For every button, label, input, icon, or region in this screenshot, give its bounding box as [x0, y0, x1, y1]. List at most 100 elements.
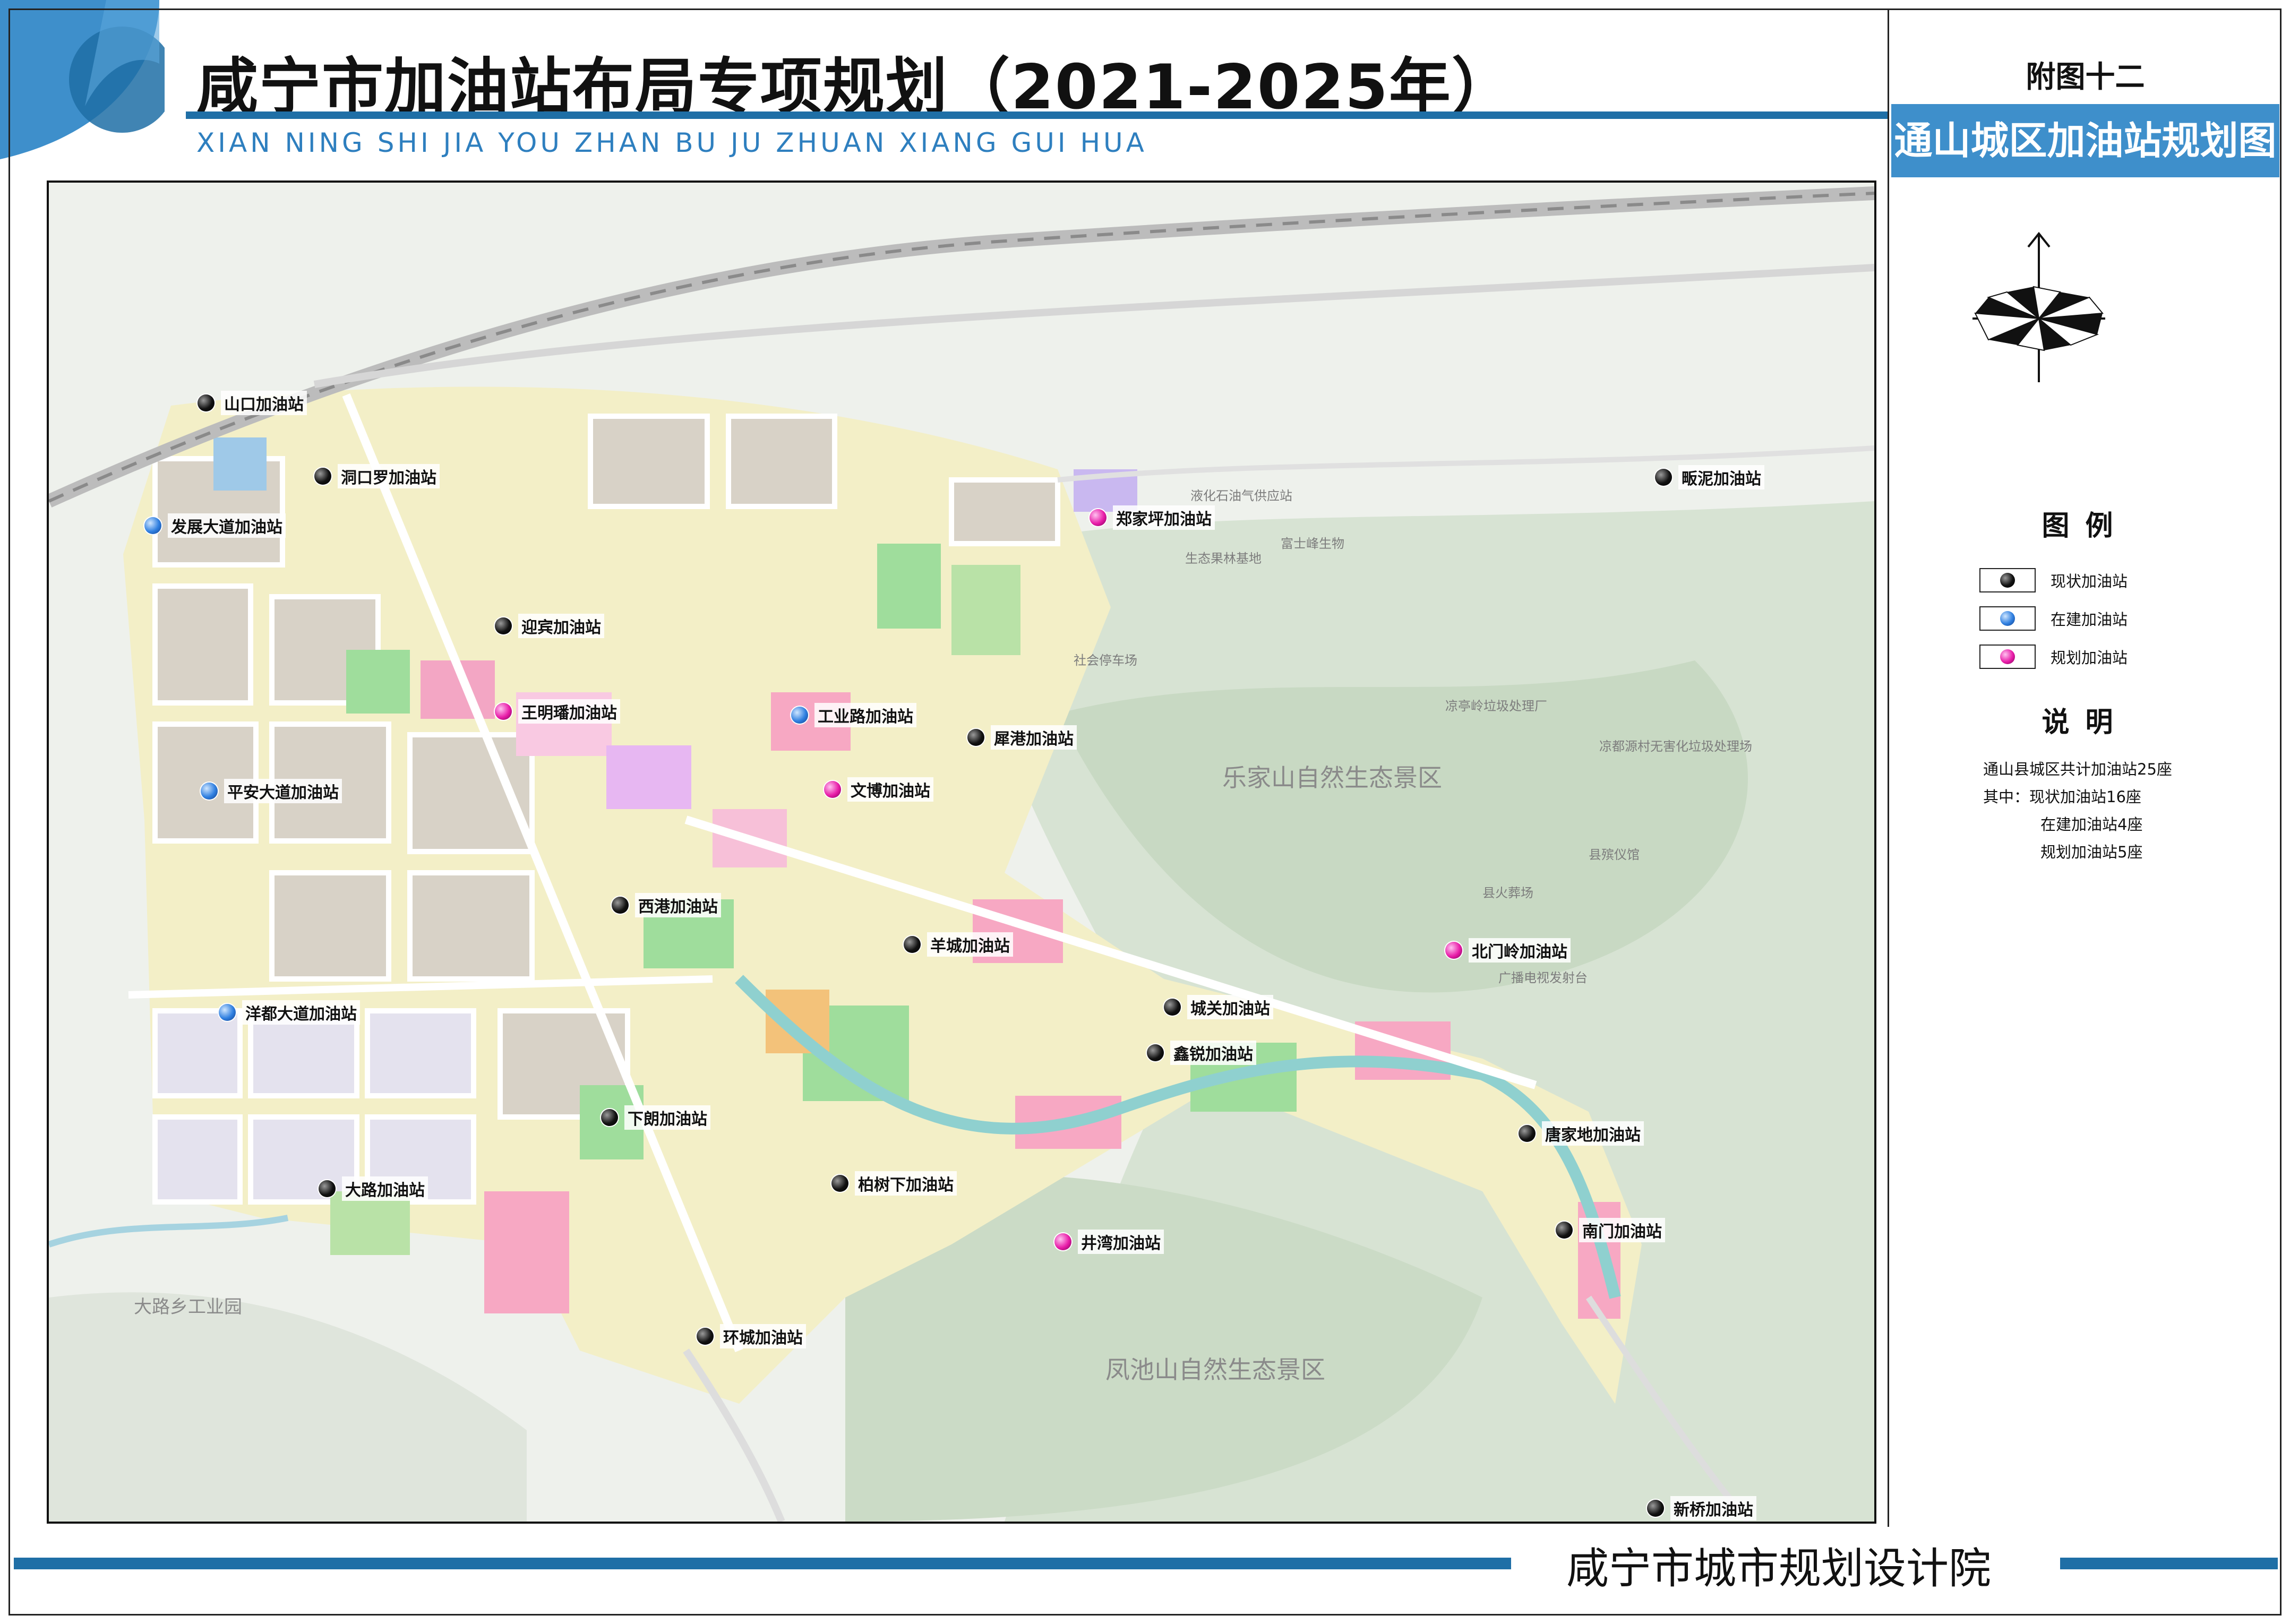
- building-station-icon: [201, 783, 218, 800]
- planned-station-icon: [2000, 649, 2015, 664]
- station-marker[interactable]: 畈泥加油站: [1655, 465, 1764, 489]
- station-marker[interactable]: 下朗加油站: [601, 1105, 710, 1130]
- legend-item-building: 在建加油站: [1979, 606, 2128, 631]
- existing-station-icon: [1556, 1222, 1573, 1239]
- planned-station-icon: [495, 703, 512, 720]
- station-marker[interactable]: 大路加油站: [319, 1176, 428, 1201]
- station-label: 工业路加油站: [814, 703, 916, 727]
- existing-station-icon: [1147, 1044, 1164, 1061]
- station-label: 大路加油站: [342, 1176, 428, 1201]
- legend-label: 规划加油站: [2051, 649, 2128, 667]
- existing-station-icon: [2000, 573, 2015, 588]
- station-label: 环城加油站: [720, 1324, 806, 1348]
- sidebar-divider: [1888, 8, 1889, 1527]
- legend-title: 图例: [2042, 510, 2129, 542]
- existing-station-icon: [319, 1180, 336, 1197]
- description-line: 规划加油站5座: [2040, 843, 2143, 861]
- landmark-label: 凉都源村无害化垃圾处理场: [1599, 739, 1752, 754]
- existing-station-icon: [495, 617, 512, 634]
- station-marker[interactable]: 羊城加油站: [904, 932, 1013, 957]
- existing-station-icon: [314, 468, 331, 485]
- station-label: 羊城加油站: [927, 932, 1013, 957]
- area-label: 乐家山自然生态景区: [1222, 763, 1442, 792]
- description-line: 通山县城区共计加油站25座: [1983, 760, 2172, 778]
- planned-station-icon: [1054, 1233, 1071, 1250]
- station-marker[interactable]: 北门岭加油站: [1445, 938, 1571, 963]
- landmark-label: 生态果林基地: [1185, 551, 1262, 566]
- station-label: 柏树下加油站: [855, 1171, 957, 1196]
- building-station-icon: [791, 707, 808, 724]
- north-arrow-icon: [1970, 231, 2108, 385]
- footer-bar-right: [2060, 1558, 2278, 1569]
- station-marker[interactable]: 工业路加油站: [791, 703, 916, 727]
- station-label: 新桥加油站: [1670, 1496, 1756, 1520]
- footer-institute: 咸宁市城市规划设计院: [1566, 1544, 1991, 1593]
- station-label: 井湾加油站: [1078, 1230, 1164, 1254]
- legend-item-planned: 规划加油站: [1979, 645, 2128, 669]
- station-marker[interactable]: 文博加油站: [824, 777, 933, 802]
- existing-station-icon: [1655, 469, 1672, 486]
- description-title: 说明: [2042, 707, 2129, 738]
- station-marker[interactable]: 郑家坪加油站: [1090, 505, 1215, 530]
- building-station-icon: [2000, 611, 2015, 626]
- existing-station-icon: [612, 897, 629, 914]
- station-label: 郑家坪加油站: [1113, 505, 1215, 530]
- station-label: 城关加油站: [1187, 995, 1273, 1019]
- station-marker[interactable]: 山口加油站: [198, 391, 307, 415]
- station-marker[interactable]: 洋都大道加油站: [219, 1000, 360, 1025]
- station-label: 平安大道加油站: [224, 779, 342, 803]
- planned-station-icon: [824, 781, 841, 798]
- existing-station-icon: [601, 1109, 618, 1126]
- station-label: 唐家地加油站: [1542, 1121, 1644, 1146]
- station-marker[interactable]: 柏树下加油站: [831, 1171, 957, 1196]
- planned-station-icon: [1445, 942, 1462, 959]
- station-marker[interactable]: 西港加油站: [612, 893, 721, 917]
- station-marker[interactable]: 井湾加油站: [1054, 1230, 1164, 1254]
- plate-number: 附图十二: [2026, 60, 2145, 94]
- station-marker[interactable]: 唐家地加油站: [1519, 1121, 1644, 1146]
- station-marker[interactable]: 洞口罗加油站: [314, 464, 440, 488]
- station-label: 文博加油站: [847, 777, 933, 802]
- station-marker[interactable]: 城关加油站: [1164, 995, 1273, 1019]
- legend-swatch-existing: [1979, 568, 2036, 592]
- existing-station-icon: [904, 936, 921, 953]
- existing-station-icon: [697, 1328, 714, 1345]
- landmark-label: 液化石油气供应站: [1190, 488, 1292, 503]
- building-station-icon: [144, 517, 161, 534]
- station-marker[interactable]: 发展大道加油站: [144, 513, 286, 538]
- area-label: 大路乡工业园: [134, 1296, 242, 1318]
- station-marker[interactable]: 平安大道加油站: [201, 779, 342, 803]
- station-label: 洞口罗加油站: [338, 464, 440, 488]
- footer-bar-left: [14, 1558, 1511, 1569]
- existing-station-icon: [1519, 1125, 1536, 1142]
- station-marker[interactable]: 迎宾加油站: [495, 614, 604, 638]
- station-label: 犀港加油站: [991, 725, 1077, 750]
- station-marker[interactable]: 犀港加油站: [967, 725, 1077, 750]
- landmark-label: 凉亭岭垃圾处理厂: [1445, 699, 1547, 714]
- station-label: 畈泥加油站: [1678, 465, 1764, 489]
- station-label: 王明璠加油站: [518, 699, 620, 724]
- area-label: 凤池山自然生态景区: [1105, 1355, 1325, 1384]
- map-canvas[interactable]: 乐家山自然生态景区 凤池山自然生态景区 大路乡工业园 液化石油气供应站 生态果林…: [47, 181, 1876, 1524]
- station-label: 发展大道加油站: [168, 513, 286, 538]
- description-line: 其中：现状加油站16座: [1983, 788, 2141, 806]
- station-marker[interactable]: 环城加油站: [697, 1324, 806, 1348]
- station-label: 山口加油站: [221, 391, 307, 415]
- landmark-label: 县殡仪馆: [1589, 847, 1640, 862]
- landmark-label: 广播电视发射台: [1498, 970, 1588, 985]
- legend-label: 在建加油站: [2051, 611, 2128, 629]
- station-marker[interactable]: 鑫锐加油站: [1147, 1041, 1256, 1065]
- station-marker[interactable]: 新桥加油站: [1647, 1496, 1756, 1520]
- station-label: 鑫锐加油站: [1170, 1041, 1256, 1065]
- existing-station-icon: [831, 1175, 848, 1192]
- station-label: 南门加油站: [1579, 1218, 1665, 1242]
- plate-title: 通山城区加油站规划图: [1891, 104, 2279, 177]
- station-marker[interactable]: 南门加油站: [1556, 1218, 1665, 1242]
- station-marker[interactable]: 王明璠加油站: [495, 699, 620, 724]
- legend-swatch-planned: [1979, 645, 2036, 669]
- existing-station-icon: [1164, 999, 1181, 1016]
- station-label: 迎宾加油站: [518, 614, 604, 638]
- existing-station-icon: [1647, 1500, 1664, 1517]
- page-subtitle: XIAN NING SHI JIA YOU ZHAN BU JU ZHUAN X…: [196, 127, 1147, 158]
- legend-label: 现状加油站: [2051, 572, 2128, 590]
